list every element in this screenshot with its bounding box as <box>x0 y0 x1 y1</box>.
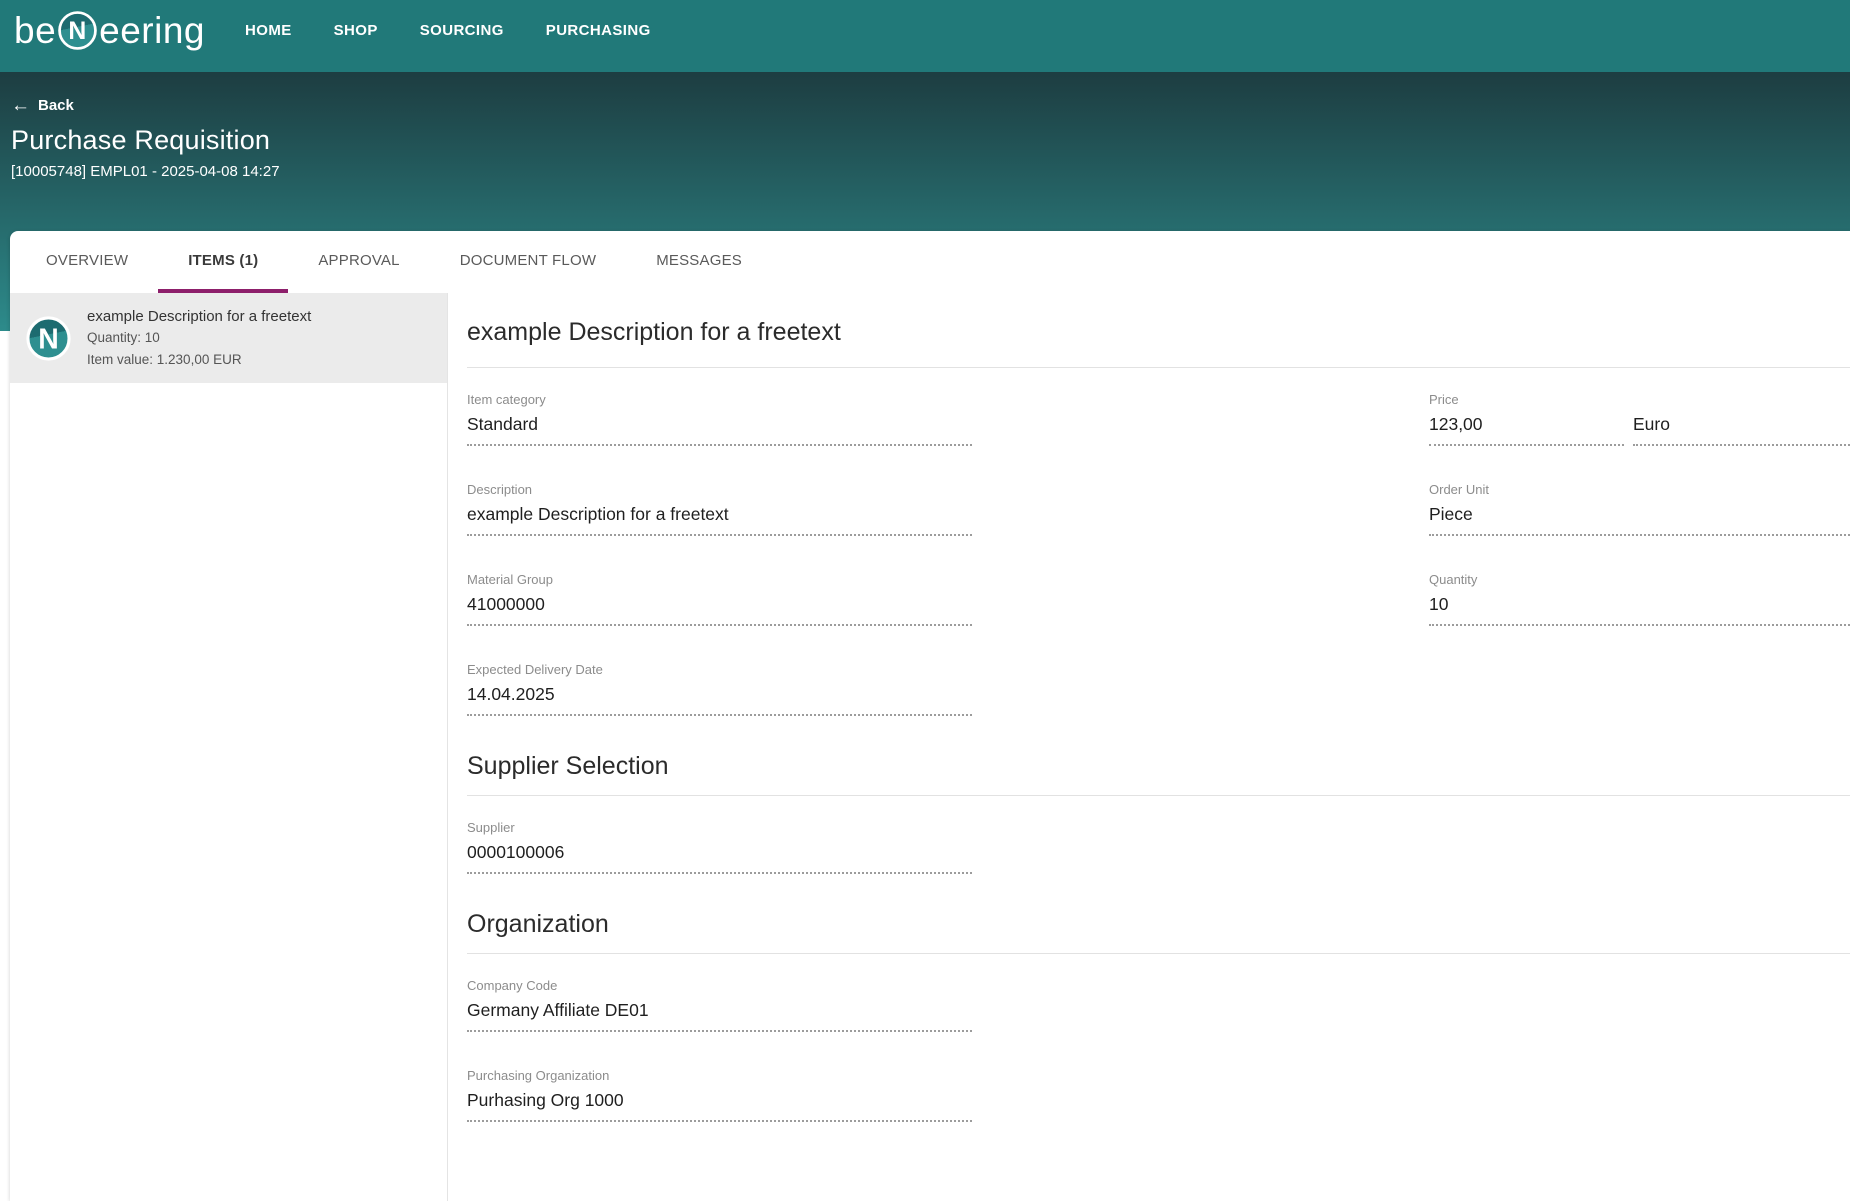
purchasing-organization-field-group: Purchasing Organization Purhasing Org 10… <box>467 1068 972 1122</box>
material-group-field[interactable]: 41000000 <box>467 594 972 626</box>
nav-item-home[interactable]: HOME <box>245 22 292 39</box>
field-label: Company Code <box>467 978 972 993</box>
back-button[interactable]: ← Back <box>11 96 74 115</box>
price-field[interactable]: 123,00 <box>1429 414 1624 446</box>
description-field[interactable]: example Description for a freetext <box>467 504 972 536</box>
brand-logo-text-post: eering <box>99 12 205 49</box>
item-detail-panel: example Description for a freetext Item … <box>448 293 1850 1201</box>
order-unit-field[interactable]: Piece <box>1429 504 1850 536</box>
title-divider <box>467 367 1850 368</box>
field-label: Price <box>1429 392 1850 407</box>
order-unit-field-group: Order Unit Piece <box>1429 482 1850 536</box>
content-card: OVERVIEW ITEMS (1) APPROVAL DOCUMENT FLO… <box>10 231 1850 1201</box>
nav-menu: HOME SHOP SOURCING PURCHASING <box>245 22 693 39</box>
material-group-field-group: Material Group 41000000 <box>467 572 972 626</box>
item-logo-icon: N <box>25 315 72 362</box>
tab-overview[interactable]: OVERVIEW <box>16 231 158 293</box>
list-item-value: Item value: 1.230,00 EUR <box>87 349 311 371</box>
organization-title: Organization <box>467 910 1850 939</box>
nav-item-purchasing[interactable]: PURCHASING <box>546 22 651 39</box>
tab-items[interactable]: ITEMS (1) <box>158 231 288 293</box>
item-detail-title: example Description for a freetext <box>467 318 1850 347</box>
description-field-group: Description example Description for a fr… <box>467 482 972 536</box>
section-divider <box>467 953 1850 954</box>
page-title: Purchase Requisition <box>11 125 1850 156</box>
back-label: Back <box>38 97 74 114</box>
company-code-field-group: Company Code Germany Affiliate DE01 <box>467 978 972 1032</box>
document-subtitle: [10005748] EMPL01 - 2025-04-08 14:27 <box>11 163 1850 180</box>
field-label: Expected Delivery Date <box>467 662 972 677</box>
supplier-selection-title: Supplier Selection <box>467 752 1850 781</box>
tab-bar: OVERVIEW ITEMS (1) APPROVAL DOCUMENT FLO… <box>10 231 1850 293</box>
expected-delivery-date-field[interactable]: 14.04.2025 <box>467 684 972 716</box>
nav-item-shop[interactable]: SHOP <box>334 22 378 39</box>
company-code-field[interactable]: Germany Affiliate DE01 <box>467 1000 972 1032</box>
svg-text:N: N <box>69 18 87 45</box>
field-label: Item category <box>467 392 972 407</box>
list-item-quantity: Quantity: 10 <box>87 327 311 349</box>
brand-logo[interactable]: be N eering <box>14 10 205 51</box>
items-sidebar: N example Description for a freetext Qua… <box>10 293 448 1201</box>
back-arrow-icon: ← <box>11 96 30 115</box>
item-category-field-group: Item category Standard <box>467 392 972 446</box>
brand-logo-text-pre: be <box>14 12 56 49</box>
organization-section: Organization Company Code Germany Affili… <box>467 910 1850 1122</box>
expected-delivery-date-field-group: Expected Delivery Date 14.04.2025 <box>467 662 972 716</box>
supplier-field[interactable]: 0000100006 <box>467 842 972 874</box>
brand-logo-icon: N <box>57 10 98 51</box>
field-label: Description <box>467 482 972 497</box>
item-form: Item category Standard Description examp… <box>467 392 1850 716</box>
field-label: Order Unit <box>1429 482 1850 497</box>
tab-document-flow[interactable]: DOCUMENT FLOW <box>430 231 627 293</box>
price-field-group: Price 123,00 Euro <box>1429 392 1850 446</box>
item-category-field[interactable]: Standard <box>467 414 972 446</box>
list-item-text: example Description for a freetext Quant… <box>87 306 311 370</box>
tab-messages[interactable]: MESSAGES <box>626 231 772 293</box>
field-label: Supplier <box>467 820 972 835</box>
section-divider <box>467 795 1850 796</box>
list-item[interactable]: N example Description for a freetext Qua… <box>10 293 447 383</box>
nav-item-sourcing[interactable]: SOURCING <box>420 22 504 39</box>
purchasing-organization-field[interactable]: Purhasing Org 1000 <box>467 1090 972 1122</box>
field-label: Purchasing Organization <box>467 1068 972 1083</box>
top-nav: be N eering HOME SHOP SOURCING PURCHASIN… <box>0 0 1850 72</box>
tab-approval[interactable]: APPROVAL <box>288 231 429 293</box>
supplier-field-group: Supplier 0000100006 <box>467 820 972 874</box>
field-label: Quantity <box>1429 572 1850 587</box>
field-label: Material Group <box>467 572 972 587</box>
price-unit-field[interactable]: Euro <box>1633 414 1850 446</box>
quantity-field-group: Quantity 10 <box>1429 572 1850 626</box>
supplier-selection-section: Supplier Selection Supplier 0000100006 <box>467 752 1850 874</box>
svg-text:N: N <box>38 323 59 355</box>
list-item-title: example Description for a freetext <box>87 306 311 327</box>
quantity-field[interactable]: 10 <box>1429 594 1850 626</box>
